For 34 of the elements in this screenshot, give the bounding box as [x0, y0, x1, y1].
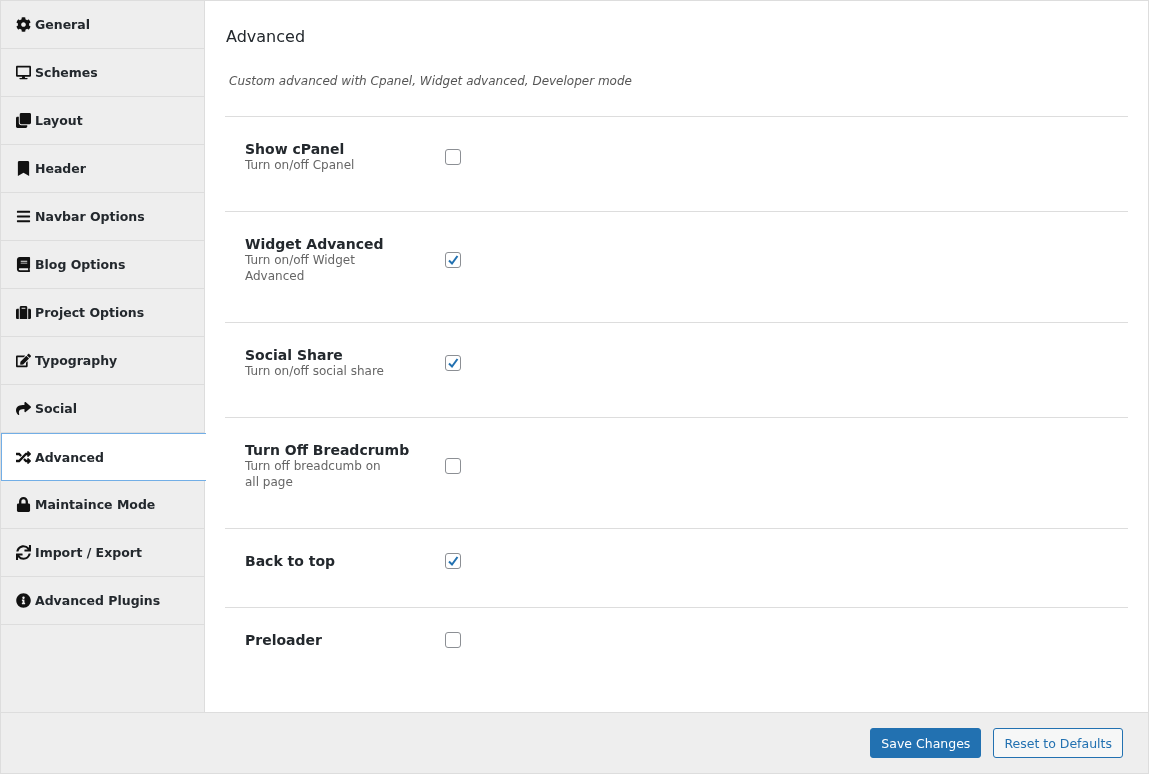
sync-icon [16, 545, 31, 560]
menu-icon [16, 209, 31, 224]
setting-hint: Turn on/off social share [245, 363, 385, 379]
info-icon [16, 593, 31, 608]
setting-hint: Turn off breadcumb on all page [245, 458, 382, 490]
setting-label: Social Share [245, 347, 344, 363]
save-button[interactable]: Save Changes [870, 728, 982, 758]
checkbox[interactable] [445, 252, 461, 268]
sidebar-item[interactable]: Advanced [1, 433, 206, 481]
setting-label: Turn Off Breadcrumb [245, 442, 411, 458]
gear-icon [16, 17, 31, 32]
setting-label: Widget Advanced [245, 236, 385, 252]
shuffle-icon [16, 449, 31, 465]
checkbox[interactable] [445, 553, 461, 569]
checkbox[interactable] [445, 149, 461, 165]
edit-icon [16, 353, 31, 368]
stacked-pages-icon [16, 113, 31, 128]
book-icon [16, 257, 31, 272]
reset-button[interactable]: Reset to Defaults [993, 728, 1123, 758]
section-description: Custom advanced with Cpanel, Widget advanced, Developer mode [229, 74, 633, 88]
setting-label: Back to top [245, 553, 337, 569]
share-icon [16, 401, 31, 416]
setting-label: Show cPanel [245, 141, 346, 157]
setting-hint: Turn on/off Cpanel [245, 157, 356, 173]
suitcase-icon [16, 305, 31, 320]
monitor-icon [16, 65, 31, 80]
setting-label: Preloader [245, 632, 323, 648]
lock-icon [16, 497, 31, 512]
setting-hint: Turn on/off Widget Advanced [245, 252, 356, 284]
checkbox[interactable] [445, 458, 461, 474]
section-title: Advanced [226, 27, 307, 46]
checkbox[interactable] [445, 355, 461, 371]
checkbox[interactable] [445, 632, 461, 648]
bookmark-icon [16, 161, 31, 176]
